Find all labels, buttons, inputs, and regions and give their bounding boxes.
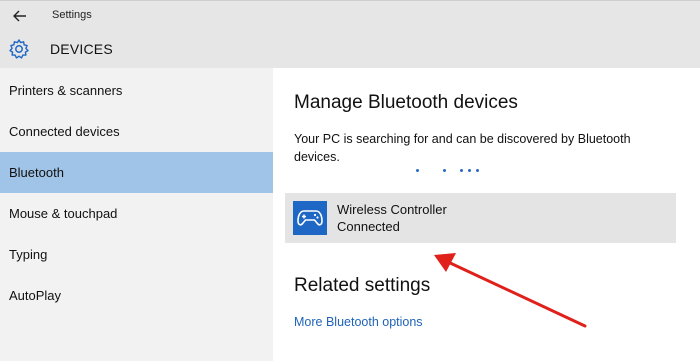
back-arrow-icon xyxy=(13,10,26,22)
sidebar-item-mouse-touchpad[interactable]: Mouse & touchpad xyxy=(0,193,273,234)
app-title: Settings xyxy=(52,9,92,21)
progress-dot xyxy=(416,169,419,172)
bluetooth-description: Your PC is searching for and can be disc… xyxy=(294,132,631,164)
sidebar-item-autoplay[interactable]: AutoPlay xyxy=(0,275,273,316)
main-content: Manage Bluetooth devices Your PC is sear… xyxy=(273,68,700,361)
device-wireless-controller[interactable]: Wireless Controller Connected xyxy=(285,193,676,243)
page-header: DEVICES xyxy=(0,30,700,68)
sidebar-item-typing[interactable]: Typing xyxy=(0,234,273,275)
device-status: Connected xyxy=(337,219,400,234)
sidebar-item-printers-scanners[interactable]: Printers & scanners xyxy=(0,70,273,111)
back-button[interactable] xyxy=(8,5,32,27)
more-bluetooth-options-link[interactable]: More Bluetooth options xyxy=(294,315,423,329)
gear-icon xyxy=(9,39,29,59)
progress-dot xyxy=(476,169,479,172)
progress-dot xyxy=(460,169,463,172)
searching-progress-indicator xyxy=(416,169,486,175)
title-bar: Settings xyxy=(0,0,700,30)
related-settings-heading: Related settings xyxy=(294,275,431,296)
device-name: Wireless Controller xyxy=(337,202,447,217)
page-title: Manage Bluetooth devices xyxy=(294,92,518,113)
sidebar: Printers & scanners Connected devices Bl… xyxy=(0,68,273,361)
section-title: DEVICES xyxy=(50,41,113,57)
sidebar-item-connected-devices[interactable]: Connected devices xyxy=(0,111,273,152)
progress-dot xyxy=(468,169,471,172)
progress-dot xyxy=(443,169,446,172)
gamepad-icon xyxy=(293,201,327,235)
sidebar-item-bluetooth[interactable]: Bluetooth xyxy=(0,152,273,193)
